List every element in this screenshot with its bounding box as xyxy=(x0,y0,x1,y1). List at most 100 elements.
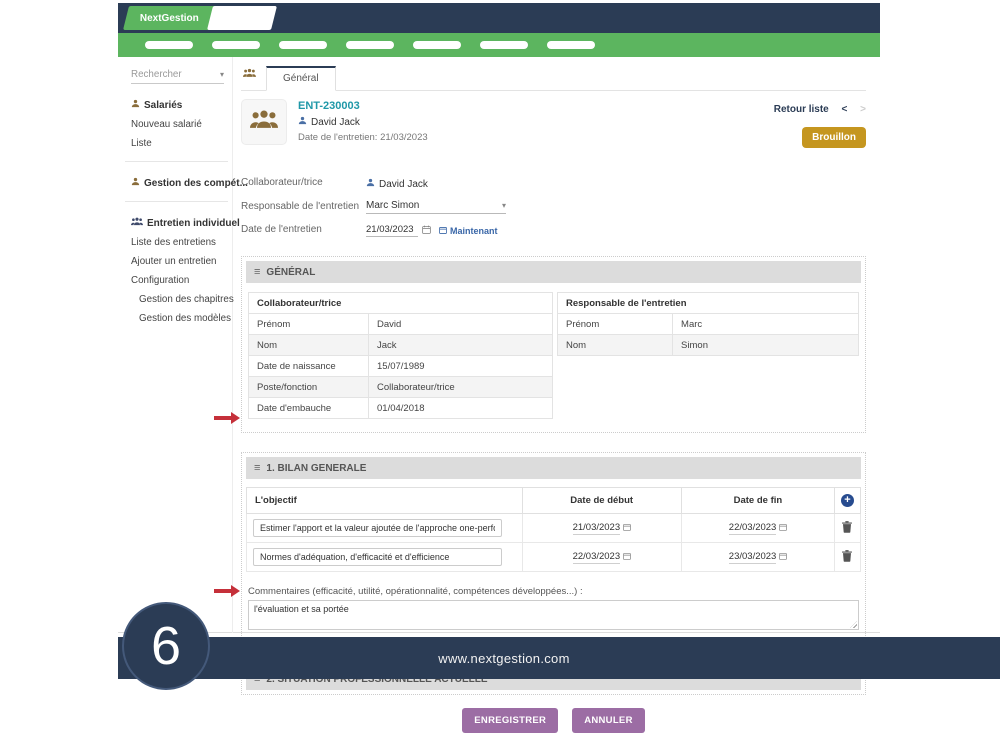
section-bilan: ≡ 1. BILAN GENERALE L'objectif Date de d… xyxy=(241,452,866,644)
table-row: Date d'embauche01/04/2018 xyxy=(249,398,553,419)
next-record-icon[interactable]: > xyxy=(860,104,866,115)
record-id[interactable]: ENT-230003 xyxy=(298,100,428,112)
people-group-icon xyxy=(250,109,278,135)
nav-pill[interactable] xyxy=(413,41,461,49)
sidebar-header-label: Salariés xyxy=(144,100,182,111)
app-window: NextGestion Rechercher ▾ Salariés Nouvea… xyxy=(118,0,880,633)
search-select[interactable]: Rechercher ▾ xyxy=(131,69,224,84)
table-row: PrénomDavid xyxy=(249,314,553,335)
brand-logo-text: NextGestion xyxy=(140,13,199,24)
table-row: NomJack xyxy=(249,335,553,356)
delete-row-icon[interactable] xyxy=(842,550,852,565)
date-debut-input[interactable]: 22/03/2023 xyxy=(573,551,621,564)
calendar-icon[interactable] xyxy=(623,552,631,563)
objectif-input[interactable] xyxy=(253,519,502,537)
caret-down-icon: ▾ xyxy=(502,201,506,210)
secondary-tab[interactable] xyxy=(207,6,277,30)
objectifs-table: L'objectif Date de début Date de fin + 2… xyxy=(246,487,861,572)
nav-pill[interactable] xyxy=(279,41,327,49)
add-row-icon[interactable]: + xyxy=(841,494,854,507)
section-general-header[interactable]: ≡ GÉNÉRAL xyxy=(246,261,861,283)
section-bilan-header[interactable]: ≡ 1. BILAN GENERALE xyxy=(246,457,861,479)
sidebar-item-liste-entretiens[interactable]: Liste des entretiens xyxy=(131,237,224,248)
section-title: 1. BILAN GENERALE xyxy=(266,463,366,474)
save-button[interactable]: ENREGISTRER xyxy=(462,708,558,733)
top-navbar: NextGestion xyxy=(118,3,880,33)
slide-footer: www.nextgestion.com xyxy=(118,637,1000,679)
sidebar-item-ajouter-entretien[interactable]: Ajouter un entretien xyxy=(131,256,224,267)
sidebar-item-nouveau-salarie[interactable]: Nouveau salarié xyxy=(131,119,224,130)
section-general: ≡ GÉNÉRAL Collaborateur/trice PrénomDavi… xyxy=(241,256,866,433)
sidebar-header-salaries: Salariés xyxy=(131,99,224,111)
date-fin-input[interactable]: 23/03/2023 xyxy=(729,551,777,564)
record-date-line: Date de l'entretien: 21/03/2023 xyxy=(298,132,428,143)
entretien-form: Collaborateur/trice David Jack Responsab… xyxy=(241,177,866,237)
table-row: NomSimon xyxy=(557,335,858,356)
calendar-icon[interactable] xyxy=(779,523,787,534)
objectif-input[interactable] xyxy=(253,548,502,566)
sidebar-header-competences[interactable]: Gestion des compét... xyxy=(131,177,224,189)
person-icon xyxy=(131,177,140,189)
person-icon xyxy=(131,99,140,111)
brand-tab[interactable]: NextGestion xyxy=(123,6,216,30)
nav-pill[interactable] xyxy=(480,41,528,49)
resp-label: Responsable de l'entretien xyxy=(241,201,366,214)
prev-record-icon[interactable]: < xyxy=(842,104,848,115)
sidebar-item-configuration[interactable]: Configuration xyxy=(131,275,224,286)
objectif-row: 21/03/2023 22/03/2023 xyxy=(247,514,861,543)
delete-row-icon[interactable] xyxy=(842,521,852,536)
responsable-select[interactable]: Marc Simon ▾ xyxy=(366,200,506,214)
sidebar-divider xyxy=(125,161,228,162)
calendar-icon[interactable] xyxy=(422,225,431,237)
slide-number-badge: 6 xyxy=(122,602,210,690)
sidebar-item-gestion-modeles[interactable]: Gestion des modèles xyxy=(131,313,224,324)
nav-pill[interactable] xyxy=(212,41,260,49)
calendar-icon xyxy=(439,226,447,236)
maintenant-link[interactable]: Maintenant xyxy=(439,226,498,236)
section-handle-icon: ≡ xyxy=(254,266,260,278)
collab-label: Collaborateur/trice xyxy=(241,177,366,190)
people-group-icon xyxy=(131,217,143,229)
slide-number: 6 xyxy=(151,619,181,673)
people-group-icon[interactable] xyxy=(243,65,256,83)
main-menu-bar xyxy=(118,33,880,57)
return-list-link[interactable]: Retour liste xyxy=(774,104,829,115)
table-row: Poste/fonctionCollaborateur/trice xyxy=(249,377,553,398)
record-employee: David Jack xyxy=(311,117,360,128)
responsable-selected-value: Marc Simon xyxy=(366,200,419,211)
record-avatar-tile xyxy=(241,99,287,145)
calendar-icon[interactable] xyxy=(623,523,631,534)
search-placeholder: Rechercher xyxy=(131,69,182,80)
calendar-icon[interactable] xyxy=(779,552,787,563)
sidebar-divider xyxy=(125,201,228,202)
comments-textarea[interactable]: l'évaluation et sa portée xyxy=(248,600,859,630)
nav-pill[interactable] xyxy=(145,41,193,49)
sidebar-item-gestion-chapitres[interactable]: Gestion des chapitres xyxy=(131,294,224,305)
col-objectif: L'objectif xyxy=(247,488,523,514)
col-date-debut: Date de début xyxy=(522,488,681,514)
date-fin-input[interactable]: 22/03/2023 xyxy=(729,522,777,535)
sidebar-item-liste[interactable]: Liste xyxy=(131,138,224,149)
sidebar-header-entretien: Entretien individuel xyxy=(131,217,224,229)
collab-value[interactable]: David Jack xyxy=(379,179,428,190)
footer-url: www.nextgestion.com xyxy=(438,651,569,666)
annotation-arrow-section1 xyxy=(214,412,240,424)
date-label: Date de l'entretien xyxy=(241,224,366,237)
nav-pill[interactable] xyxy=(547,41,595,49)
person-icon xyxy=(298,116,307,128)
sidebar: Rechercher ▾ Salariés Nouveau salarié Li… xyxy=(118,57,233,633)
nav-pill[interactable] xyxy=(346,41,394,49)
comments-label: Commentaires (efficacité, utilité, opéra… xyxy=(248,586,859,597)
table-row: PrénomMarc xyxy=(557,314,858,335)
status-badge[interactable]: Brouillon xyxy=(802,127,866,148)
date-debut-input[interactable]: 21/03/2023 xyxy=(573,522,621,535)
cancel-button[interactable]: ANNULER xyxy=(572,708,645,733)
record-header: ENT-230003 David Jack Date de l'entretie… xyxy=(241,99,866,157)
person-icon xyxy=(366,178,375,190)
tab-general[interactable]: Général xyxy=(266,66,336,91)
responsable-table: Responsable de l'entretien PrénomMarc No… xyxy=(557,292,859,356)
objectif-row: 22/03/2023 23/03/2023 xyxy=(247,543,861,572)
table-header: Responsable de l'entretien xyxy=(557,293,858,314)
entretien-date-input[interactable] xyxy=(366,224,418,237)
tab-bar: Général xyxy=(241,63,866,91)
